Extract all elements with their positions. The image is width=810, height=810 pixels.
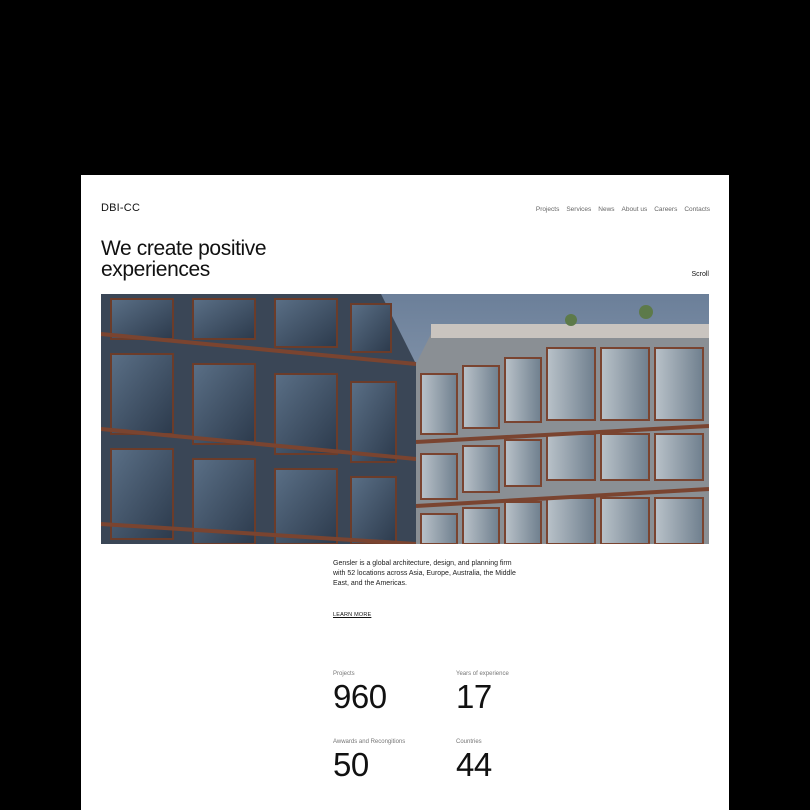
stat-label: Projects	[333, 671, 355, 677]
stat-projects: Projects 960	[333, 671, 387, 713]
stat-label: Awwards and Recongitions	[333, 739, 406, 745]
stat-awards: Awwards and Recongitions 50	[333, 739, 405, 781]
nav-projects[interactable]: Projects	[536, 206, 559, 213]
stat-years-of-experience: Years of experience 17	[456, 671, 509, 713]
site-logo[interactable]: DBI-CC	[101, 202, 140, 214]
stat-value: 50	[333, 746, 369, 783]
main-nav: Projects Services News About us Careers …	[536, 206, 710, 213]
hero-title: We create positive experiences	[101, 237, 267, 281]
nav-contacts[interactable]: Contacts	[684, 206, 710, 213]
learn-more-link[interactable]: LEARN MORE	[333, 612, 371, 618]
nav-about-us[interactable]: About us	[622, 206, 648, 213]
scroll-link[interactable]: Scroll	[691, 271, 709, 278]
stat-countries: Countries 44	[456, 739, 492, 781]
stat-label: Countries	[456, 739, 482, 745]
stat-value: 17	[456, 678, 492, 715]
nav-careers[interactable]: Careers	[654, 206, 677, 213]
stat-value: 44	[456, 746, 492, 783]
nav-news[interactable]: News	[598, 206, 614, 213]
stat-label: Years of experience	[456, 671, 509, 677]
nav-services[interactable]: Services	[566, 206, 591, 213]
page-canvas: DBI-CC Projects Services News About us C…	[81, 175, 729, 810]
intro-text: Gensler is a global architecture, design…	[333, 560, 516, 587]
hero-building-image	[101, 294, 709, 544]
stat-value: 960	[333, 678, 387, 715]
